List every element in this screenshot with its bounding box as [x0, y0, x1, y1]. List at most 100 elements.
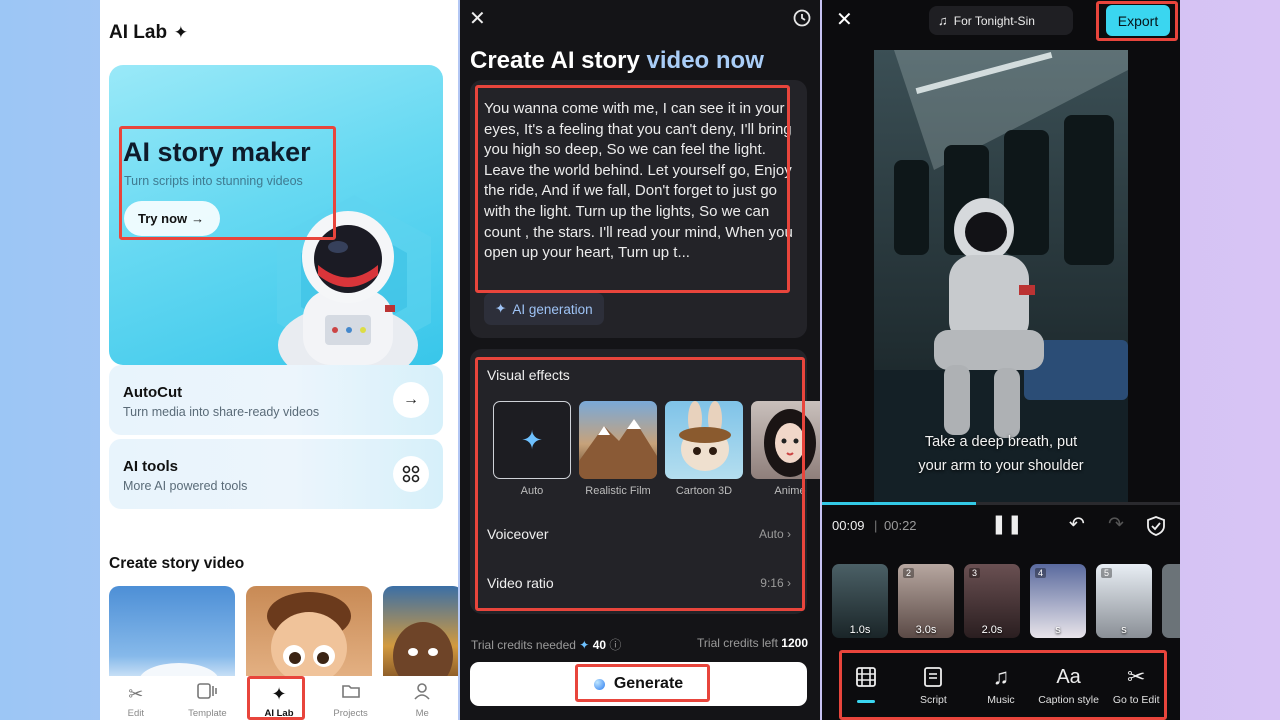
redo-icon[interactable]: ↷ [1108, 513, 1124, 536]
clip-number: 3 [969, 568, 981, 578]
progress-fill [822, 502, 976, 505]
ai-lab-screen: AI Lab ✦ AI story maker Turn scripts int… [100, 0, 458, 720]
astronaut-illustration [278, 211, 418, 365]
page-title: AI Lab ✦ [109, 22, 189, 43]
tool-label: Script [919, 694, 947, 706]
clip-thumbnail[interactable]: 3 2.0s [964, 564, 1020, 638]
clip-thumbnail[interactable]: 1.0s [832, 564, 888, 638]
pause-icon[interactable]: ❚❚ [991, 513, 1023, 536]
info-icon[interactable]: ⓘ [609, 638, 621, 652]
effect-label: Cartoon 3D [675, 485, 733, 497]
effect-label: Auto [520, 485, 544, 497]
video-editor-screen: ✕ ♫ For Tonight-Sin Export Take a deep b… [822, 0, 1180, 720]
tab-ai-lab[interactable]: ✦ AI Lab [243, 676, 315, 720]
shield-check-icon[interactable] [1145, 515, 1167, 537]
chevron-right-icon: › [787, 527, 791, 541]
sparkle-icon: ✦ [495, 301, 507, 316]
caption-line: Take a deep breath, put [924, 434, 1078, 450]
storyboard-icon [855, 664, 877, 690]
video-caption: Take a deep breath, put your arm to your… [874, 430, 1128, 478]
music-track-pill[interactable]: ♫ For Tonight-Sin [929, 6, 1073, 35]
title-accent: video now [646, 47, 764, 74]
clip-duration: 1.0s [849, 624, 871, 636]
clip-thumbnail[interactable] [1162, 564, 1180, 638]
arrow-right-icon: → [191, 211, 205, 226]
export-button[interactable]: Export [1106, 5, 1170, 36]
video-preview[interactable]: Take a deep breath, put your arm to your… [874, 50, 1128, 502]
diamond-icon: ✦ [579, 638, 590, 652]
hero-title: AI story maker [123, 137, 311, 167]
effect-anime[interactable]: Anime [751, 401, 820, 497]
clip-strip: 1.0s 2 3.0s 3 2.0s 4 s 5 s [832, 564, 1180, 638]
create-story-screen: ✕ Create AI story video now You wanna co… [460, 0, 820, 720]
history-icon[interactable] [792, 8, 812, 28]
folder-icon [341, 682, 361, 706]
visual-effects-list: ✦ Auto Realistic Film Cartoon 3D Anime [483, 401, 820, 501]
card-title: AI tools [123, 458, 178, 475]
tab-projects[interactable]: Projects [315, 676, 387, 720]
hero-subtitle: Turn scripts into stunning videos [124, 174, 303, 188]
tab-label: Edit [127, 708, 144, 719]
effect-auto[interactable]: ✦ Auto [493, 401, 571, 497]
clip-number: 5 [1101, 568, 1113, 578]
clip-duration: 2.0s [981, 624, 1003, 636]
grid-icon[interactable] [393, 456, 429, 492]
current-time: 00:09 [832, 518, 865, 533]
scissors-icon: ✂ [128, 684, 144, 704]
tool-script[interactable]: Script [900, 652, 968, 716]
clip-thumbnail[interactable]: 2 3.0s [898, 564, 954, 638]
clip-thumbnail[interactable]: 4 s [1030, 564, 1086, 638]
tab-label: AI Lab [264, 708, 294, 719]
tab-label: Projects [333, 708, 368, 719]
template-icon [196, 682, 218, 706]
playback-progress[interactable] [822, 502, 1180, 505]
clip-thumbnail[interactable]: 5 s [1096, 564, 1152, 638]
page-title: Create AI story video now [470, 47, 764, 75]
tool-caption-style[interactable]: Aa Caption style [1035, 652, 1103, 716]
title-main: Create AI story [470, 47, 640, 74]
effect-label: Realistic Film [585, 485, 651, 497]
undo-icon[interactable]: ↶ [1069, 513, 1085, 536]
tool-label: Music [987, 694, 1015, 706]
card-subtitle: Turn media into share-ready videos [123, 405, 320, 419]
tab-label: Template [188, 708, 227, 719]
voiceover-value[interactable]: Auto › [759, 527, 791, 541]
script-textarea[interactable]: You wanna come with me, I can see it in … [484, 99, 796, 289]
clip-number: 4 [1035, 568, 1047, 578]
generate-button[interactable]: Generate [470, 662, 807, 706]
time-separator: | [874, 518, 878, 533]
sparkle-icon: ✦ [521, 424, 543, 455]
anime-girl-image [764, 409, 816, 477]
ai-generation-button[interactable]: ✦ AI generation [484, 293, 604, 325]
man-portrait-illustration [393, 622, 453, 686]
tool-label: Caption style [1038, 694, 1099, 706]
close-icon[interactable]: ✕ [469, 6, 486, 31]
settings-card: Visual effects ✦ Auto Realistic Film Car… [470, 349, 820, 614]
arrow-right-icon[interactable]: → [393, 382, 429, 418]
autocut-card[interactable]: AutoCut Turn media into share-ready vide… [109, 365, 443, 435]
tool-go-to-edit[interactable]: ✂ Go to Edit [1102, 652, 1170, 716]
ai-story-maker-banner[interactable]: AI story maker Turn scripts into stunnin… [109, 65, 443, 365]
tool-storyboard[interactable] [832, 652, 900, 716]
video-ratio-value[interactable]: 9:16 › [760, 576, 791, 590]
music-note-icon: ♫ [938, 13, 948, 28]
effect-realistic-film[interactable]: Realistic Film [579, 401, 657, 497]
tool-music[interactable]: ♫ Music [967, 652, 1035, 716]
scissors-icon: ✂ [1126, 664, 1146, 689]
tab-edit[interactable]: ✂ Edit [100, 676, 172, 720]
close-icon[interactable]: ✕ [836, 7, 853, 32]
story-thumbnail[interactable] [109, 586, 235, 686]
bottom-tab-bar: ✂ Edit Template ✦ AI Lab Projects Me [100, 676, 458, 720]
story-thumbnail[interactable] [383, 586, 458, 686]
try-now-button[interactable]: Try now → [124, 201, 220, 236]
cartoon-rabbit-image [679, 401, 731, 471]
video-ratio-label: Video ratio [487, 575, 554, 591]
tab-template[interactable]: Template [172, 676, 244, 720]
effect-cartoon-3d[interactable]: Cartoon 3D [665, 401, 743, 497]
story-thumbnail[interactable] [246, 586, 372, 686]
tool-label: Go to Edit [1112, 694, 1160, 706]
credits-needed: Trial credits needed ✦ 40 ⓘ [471, 638, 622, 652]
tab-me[interactable]: Me [386, 676, 458, 720]
clip-number: 2 [903, 568, 915, 578]
ai-tools-card[interactable]: AI tools More AI powered tools [109, 439, 443, 509]
